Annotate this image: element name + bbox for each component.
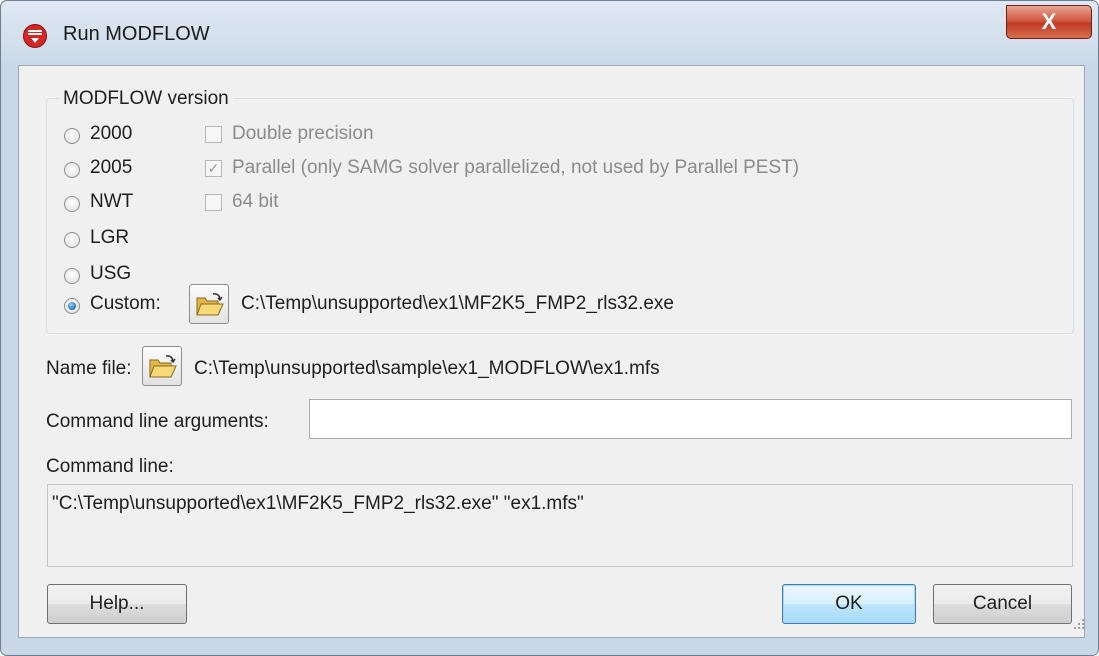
radio-2000-label[interactable]: 2000 [90,123,132,145]
radio-lgr-label[interactable]: LGR [90,227,129,249]
radio-custom[interactable] [64,298,80,314]
parallel-label: Parallel (only SAMG solver parallelized,… [232,157,800,178]
cancel-button[interactable]: Cancel [933,584,1072,624]
command-line-arguments-input[interactable] [309,399,1072,439]
64-bit-label: 64 bit [232,191,279,212]
custom-exe-path: C:\Temp\unsupported\ex1\MF2K5_FMP2_rls32… [241,293,674,314]
browse-custom-exe-button[interactable] [189,284,229,324]
window-title: Run MODFLOW [63,23,210,45]
radio-nwt-label[interactable]: NWT [90,191,133,213]
command-line-arguments-label: Command line arguments: [46,411,269,432]
run-modflow-dialog: Run MODFLOW X MODFLOW version 2000 2005 … [0,0,1099,656]
modflow-app-icon [23,24,47,48]
name-file-label: Name file: [46,358,132,379]
radio-lgr[interactable] [64,232,80,248]
checkmark-icon: ✓ [207,160,220,176]
resize-grip-icon[interactable] [1073,618,1085,630]
close-button[interactable]: X [1006,5,1092,39]
ok-button[interactable]: OK [782,584,916,624]
name-file-path: C:\Temp\unsupported\sample\ex1_MODFLOW\e… [194,358,660,379]
radio-usg[interactable] [64,268,80,284]
radio-2000[interactable] [64,128,80,144]
browse-name-file-button[interactable] [142,346,182,386]
double-precision-label: Double precision [232,123,374,144]
radio-nwt[interactable] [64,196,80,212]
help-button[interactable]: Help... [47,584,187,624]
radio-usg-label[interactable]: USG [90,263,131,285]
radio-custom-label[interactable]: Custom: [90,293,161,315]
open-folder-icon [149,355,177,378]
radio-2005-label[interactable]: 2005 [90,157,132,179]
64-bit-checkbox[interactable] [205,194,222,211]
open-folder-icon [196,293,224,316]
parallel-checkbox[interactable]: ✓ [205,160,222,177]
radio-2005[interactable] [64,162,80,178]
double-precision-checkbox[interactable] [205,126,222,143]
command-line-label: Command line: [46,456,174,477]
modflow-version-legend: MODFLOW version [59,88,233,110]
command-line-display[interactable]: "C:\Temp\unsupported\ex1\MF2K5_FMP2_rls3… [47,484,1073,567]
dialog-client-area: MODFLOW version 2000 2005 NWT LGR USG Cu… [18,65,1085,638]
